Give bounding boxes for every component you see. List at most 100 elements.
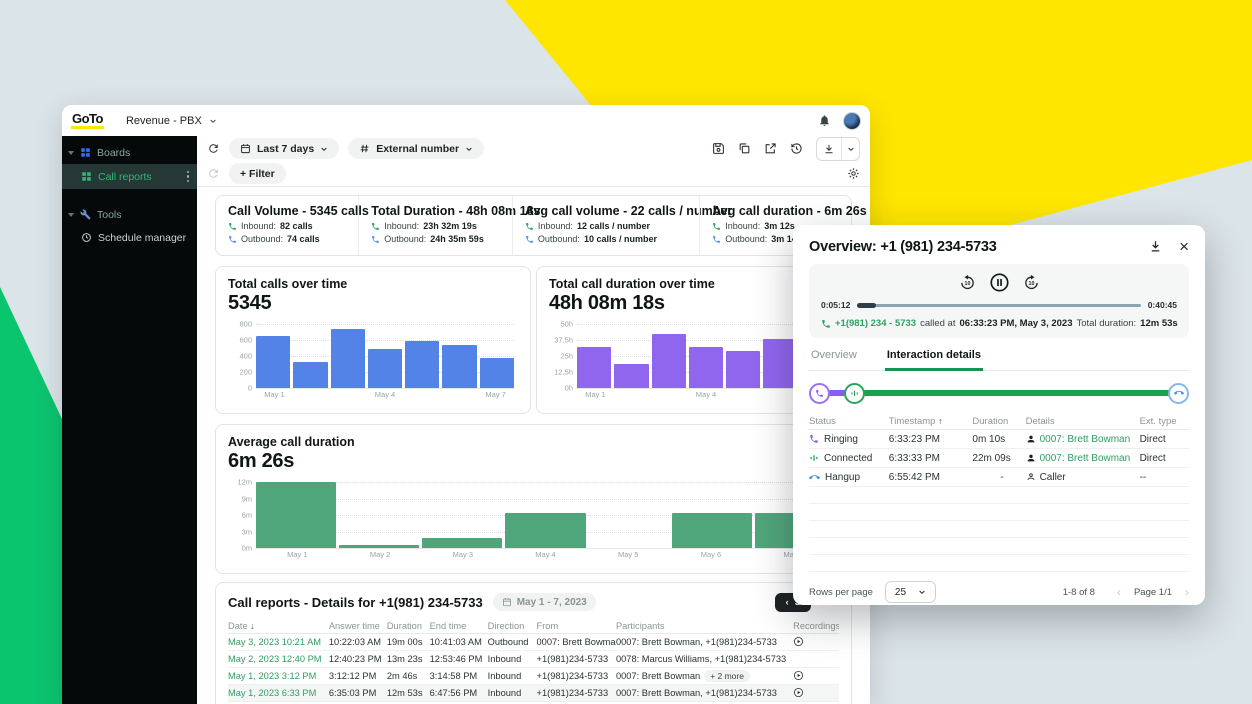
- chart-total-value: 5345: [228, 292, 518, 315]
- bar: [726, 351, 760, 388]
- column-header-date[interactable]: Date ↓: [228, 621, 329, 631]
- summary-card-avg-call-volume: Avg call volume - 22 calls / number Inbo…: [512, 196, 699, 255]
- refresh-icon[interactable]: [207, 142, 220, 155]
- copy-icon[interactable]: [738, 142, 751, 155]
- sidebar-item-label: Tools: [97, 209, 122, 221]
- next-page-icon[interactable]: ›: [1185, 585, 1189, 599]
- timeline-hangup-marker[interactable]: [1168, 383, 1189, 404]
- table-row[interactable]: May 1, 2023 3:12 PM 3:12:12 PM 2m 46s 3:…: [228, 668, 839, 685]
- play-recording-icon[interactable]: [793, 670, 804, 681]
- participants: 0007: Brett Bowman: [616, 671, 700, 681]
- participant-link[interactable]: 0007: Brett Bowman: [1040, 453, 1131, 464]
- close-icon[interactable]: ×: [1179, 238, 1189, 255]
- export-icon[interactable]: [764, 142, 777, 155]
- call-date-link[interactable]: May 3, 2023 10:21 AM: [228, 637, 329, 647]
- chevron-down-icon: [918, 588, 926, 596]
- outbound-label: Outbound:: [241, 234, 283, 244]
- scope-value: External number: [376, 143, 459, 155]
- empty-row: [809, 538, 1189, 555]
- more-participants-chip[interactable]: + 2 more: [704, 670, 750, 682]
- interaction-row[interactable]: Hangup 6:55:42 PM - Caller --: [809, 468, 1189, 487]
- call-reports-grid-icon: [81, 171, 92, 182]
- play-recording-icon[interactable]: [793, 687, 804, 698]
- sidebar-item-boards[interactable]: Boards: [62, 141, 197, 164]
- sort-asc-icon: ↑: [938, 416, 943, 426]
- direction: Inbound: [488, 671, 537, 681]
- caller-number-link[interactable]: +1(981) 234 - 5733: [835, 318, 916, 329]
- play-recording-icon[interactable]: [793, 636, 804, 647]
- call-date-link[interactable]: May 1, 2023 3:12 PM: [228, 671, 329, 681]
- workspace-switcher[interactable]: Revenue - PBX: [126, 115, 217, 127]
- interaction-row[interactable]: Ringing 6:33:23 PM 0m 10s 0007: Brett Bo…: [809, 430, 1189, 449]
- history-icon[interactable]: [790, 142, 803, 155]
- column-header-end-time: End time: [430, 621, 488, 631]
- chart-card-avg-duration: Average call duration 6m 26s 0m3m6m9m12m…: [215, 424, 852, 574]
- phone-inbound-icon: [821, 319, 831, 329]
- direction: Inbound: [488, 654, 537, 664]
- pause-icon[interactable]: [989, 272, 1010, 293]
- from: 0007: Brett Bowman: [537, 637, 616, 647]
- bar: [405, 341, 439, 388]
- call-date-link[interactable]: May 1, 2023 6:33 PM: [228, 688, 329, 698]
- person-outline-icon: [1026, 472, 1036, 482]
- download-icon[interactable]: [817, 138, 841, 160]
- from: +1(981)234-5733: [537, 671, 616, 681]
- phone-inbound-icon: [525, 222, 534, 231]
- tab-interaction-details[interactable]: Interaction details: [885, 349, 983, 371]
- bar: [614, 364, 648, 388]
- from: +1(981)234-5733: [537, 654, 616, 664]
- table-row-selected[interactable]: May 1, 2023 6:33 PM 6:35:03 PM 12m 53s 6…: [228, 685, 839, 702]
- phone-outbound-icon: [228, 235, 237, 244]
- chart-title: Total calls over time: [228, 277, 518, 291]
- chevron-left-icon: ‹: [785, 597, 788, 608]
- timeline-connected-marker[interactable]: [844, 383, 865, 404]
- sidebar-item-call-reports[interactable]: Call reports: [62, 164, 197, 189]
- rows-per-page-select[interactable]: 25: [885, 581, 936, 603]
- overlay-tabs: Overview Interaction details: [809, 349, 1189, 371]
- direction: Inbound: [488, 688, 537, 698]
- rewind-10-icon[interactable]: 10: [959, 274, 976, 291]
- participant-link[interactable]: 0007: Brett Bowman: [1040, 434, 1131, 445]
- bar: [505, 513, 585, 548]
- call-date-link[interactable]: May 2, 2023 12:40 PM: [228, 654, 329, 664]
- bar: [480, 358, 514, 388]
- caret-down-icon: [68, 213, 74, 217]
- filter-button[interactable]: + Filter: [229, 163, 286, 184]
- sidebar-item-schedule-manager[interactable]: Schedule manager: [62, 226, 197, 249]
- chart-card-total-calls: Total calls over time 5345 0200400600800…: [215, 266, 531, 414]
- empty-row: [809, 504, 1189, 521]
- chevron-down-icon: [465, 145, 473, 153]
- summary-card-call-volume: Call Volume - 5345 calls Inbound: 82 cal…: [216, 196, 358, 255]
- column-header-participants: Participants: [616, 621, 793, 631]
- chart-title: Average call duration: [228, 435, 839, 449]
- call-overview-panel: Overview: +1 (981) 234-5733 × 10 10: [793, 225, 1205, 605]
- scope-dropdown[interactable]: External number: [348, 138, 484, 159]
- timeline-connected-segment: [863, 390, 1170, 396]
- column-header-duration: Duration: [972, 416, 1025, 427]
- status-label: Connected: [824, 453, 872, 464]
- answer-time: 3:12:12 PM: [329, 671, 387, 681]
- download-icon[interactable]: [1148, 239, 1163, 254]
- tab-overview[interactable]: Overview: [809, 349, 859, 370]
- interaction-row[interactable]: Connected 6:33:33 PM 22m 09s 0007: Brett…: [809, 449, 1189, 468]
- forward-10-icon[interactable]: 10: [1023, 274, 1040, 291]
- outbound-value: 74 calls: [287, 234, 320, 244]
- table-row[interactable]: May 2, 2023 12:40 PM 12:40:23 PM 13m 23s…: [228, 651, 839, 668]
- bell-icon[interactable]: [818, 114, 831, 127]
- sidebar-item-tools[interactable]: Tools: [62, 203, 197, 226]
- download-options-chevron-icon[interactable]: [841, 138, 859, 160]
- date-range-dropdown[interactable]: Last 7 days: [229, 138, 339, 159]
- gear-icon[interactable]: [847, 167, 860, 180]
- table-row[interactable]: May 3, 2023 10:21 AM 10:22:03 AM 19m 00s…: [228, 634, 839, 651]
- more-menu-icon[interactable]: [187, 171, 192, 183]
- goto-logo[interactable]: GoTo: [71, 112, 104, 129]
- user-avatar[interactable]: [843, 112, 861, 130]
- sidebar-item-label: Call reports: [98, 171, 152, 183]
- timeline-ringing-marker[interactable]: [809, 383, 830, 404]
- column-header-timestamp[interactable]: Timestamp ↑: [889, 416, 973, 427]
- seek-bar[interactable]: [857, 304, 1140, 307]
- previous-page-icon[interactable]: ‹: [1117, 585, 1121, 599]
- save-icon[interactable]: [712, 142, 725, 155]
- summary-cards: Call Volume - 5345 calls Inbound: 82 cal…: [215, 195, 852, 256]
- ringing-icon: [809, 434, 819, 444]
